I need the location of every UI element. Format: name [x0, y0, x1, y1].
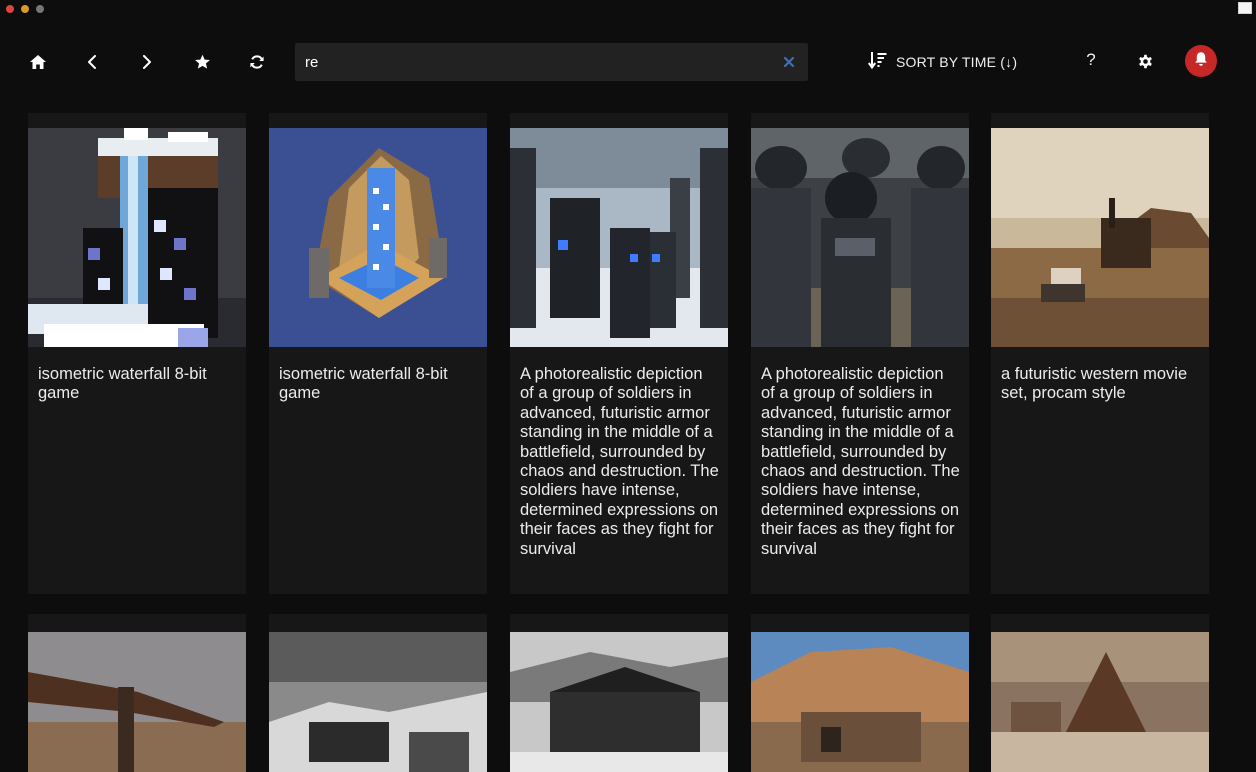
star-icon[interactable]	[191, 51, 213, 73]
thumbnail-image[interactable]	[751, 128, 969, 347]
thumbnail-image[interactable]	[269, 632, 487, 772]
gallery-card[interactable]: a futuristic western movie set, procam s…	[991, 113, 1209, 594]
card-caption: a futuristic western movie set, procam s…	[1001, 365, 1188, 403]
window-titlebar	[0, 0, 1256, 18]
refresh-icon[interactable]	[246, 51, 268, 73]
sort-icon	[867, 51, 888, 74]
sort-label: SORT BY TIME (↓)	[896, 54, 1018, 70]
thumbnail-image[interactable]	[28, 128, 246, 347]
card-caption: A photorealistic depiction of a group of…	[520, 365, 719, 558]
thumbnail-image[interactable]	[28, 632, 246, 772]
search-box	[295, 43, 808, 81]
thumbnail-image[interactable]	[991, 632, 1209, 772]
gallery-card[interactable]: isometric waterfall 8-bit game	[269, 113, 487, 594]
bell-icon	[1194, 51, 1208, 72]
notifications-button[interactable]	[1185, 45, 1217, 77]
gallery-card[interactable]: A photorealistic depiction of a group of…	[751, 113, 969, 594]
gallery-card[interactable]: isometric waterfall 8-bit game	[28, 113, 246, 594]
card-caption: isometric waterfall 8-bit game	[279, 365, 448, 403]
clear-search-icon[interactable]	[782, 55, 796, 69]
chevron-left-icon[interactable]	[81, 51, 103, 73]
card-caption: isometric waterfall 8-bit game	[38, 365, 207, 403]
window-close-button[interactable]	[6, 5, 14, 13]
chevron-right-icon[interactable]	[136, 51, 158, 73]
gear-icon[interactable]	[1134, 50, 1156, 72]
thumbnail-image[interactable]	[510, 632, 728, 772]
card-caption: A photorealistic depiction of a group of…	[761, 365, 960, 558]
search-input[interactable]	[305, 43, 775, 81]
window-maximize-button[interactable]	[36, 5, 44, 13]
window-minimize-button[interactable]	[21, 5, 29, 13]
sort-by-time-button[interactable]: SORT BY TIME (↓)	[867, 50, 1018, 74]
gallery-card[interactable]	[991, 614, 1209, 772]
gallery-card[interactable]: A photorealistic depiction of a group of…	[510, 113, 728, 594]
gallery-card[interactable]	[28, 614, 246, 772]
gallery-card[interactable]	[751, 614, 969, 772]
help-button[interactable]: ?	[1083, 50, 1099, 72]
window-corner-icon	[1238, 2, 1252, 14]
thumbnail-image[interactable]	[510, 128, 728, 347]
thumbnail-image[interactable]	[269, 128, 487, 347]
thumbnail-image[interactable]	[991, 128, 1209, 347]
gallery-card[interactable]	[269, 614, 487, 772]
thumbnail-image[interactable]	[751, 632, 969, 772]
home-icon[interactable]	[27, 51, 49, 73]
gallery-card[interactable]	[510, 614, 728, 772]
